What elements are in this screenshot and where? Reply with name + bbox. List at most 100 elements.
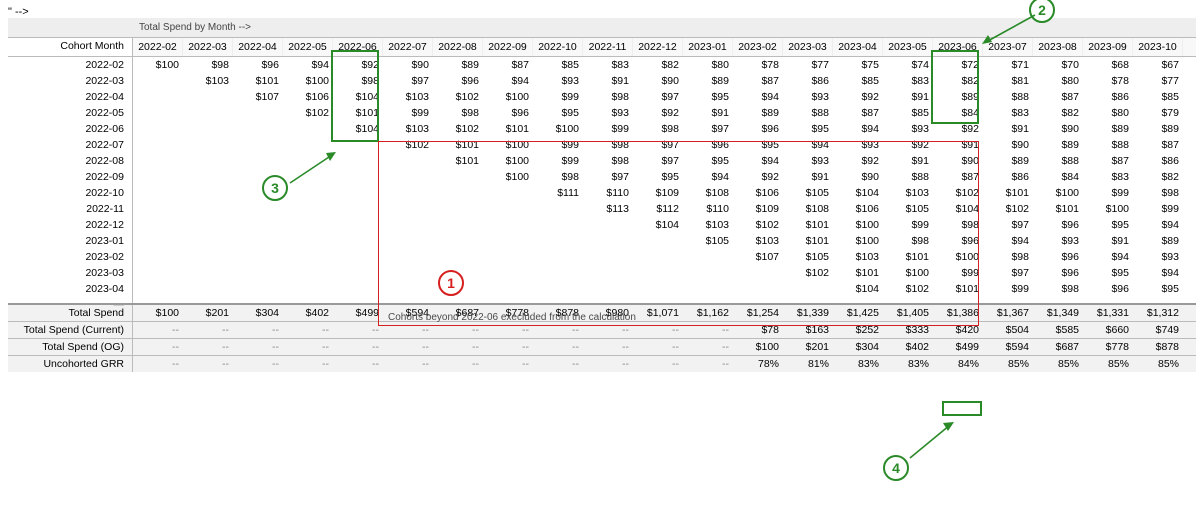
- spend-cell: $88: [1033, 153, 1083, 169]
- spend-cell: $98: [583, 89, 633, 105]
- cohort-label: 2023-02: [8, 249, 133, 265]
- spend-cell: [133, 121, 183, 137]
- month-header: 2022-10: [533, 38, 583, 56]
- spend-cell: $78: [733, 57, 783, 73]
- spend-cell: $80: [1083, 105, 1133, 121]
- spend-cell: $100: [483, 153, 533, 169]
- spend-cell: $99: [933, 265, 983, 281]
- spend-cell: $104: [833, 281, 883, 297]
- spend-cell: [583, 217, 633, 233]
- spend-cell: $83: [883, 73, 933, 89]
- spend-cell: [633, 249, 683, 265]
- spend-cell: [133, 185, 183, 201]
- table-row: 2022-03$103$101$100$98$97$96$94$93$91$90…: [8, 73, 1196, 89]
- spend-cell: $95: [733, 137, 783, 153]
- spend-cell: $90: [633, 73, 683, 89]
- spend-cell: $98: [583, 153, 633, 169]
- spend-cell: [383, 169, 433, 185]
- spend-cell: $98: [983, 249, 1033, 265]
- spend-cell: $102: [433, 89, 483, 105]
- table-row: 2023-03$102$101$100$99$97$96$95$94: [8, 265, 1196, 281]
- cohort-label: 2023-04: [8, 281, 133, 297]
- spend-cell: $88: [983, 89, 1033, 105]
- spend-cell: $80: [683, 57, 733, 73]
- row-header-label: Cohort Month: [8, 38, 133, 56]
- summary-cell: --: [133, 322, 183, 338]
- spend-cell: $93: [583, 105, 633, 121]
- spend-cell: [533, 201, 583, 217]
- spend-cell: $98: [1133, 185, 1183, 201]
- spend-cell: $74: [883, 57, 933, 73]
- spend-cell: [383, 217, 433, 233]
- summary-cell: --: [383, 339, 433, 355]
- spend-cell: [783, 281, 833, 297]
- summary-cell: $504: [983, 322, 1033, 338]
- summary-cell: $878: [1133, 339, 1183, 355]
- spend-cell: $95: [533, 105, 583, 121]
- spend-cell: $110: [683, 201, 733, 217]
- spend-cell: $83: [1083, 169, 1133, 185]
- spend-cell: $98: [883, 233, 933, 249]
- spend-cell: $89: [1133, 121, 1183, 137]
- spend-cell: [283, 281, 333, 297]
- spend-cell: [233, 233, 283, 249]
- summary-cell: $78: [733, 322, 783, 338]
- summary-cell: --: [683, 322, 733, 338]
- spend-cell: $91: [783, 169, 833, 185]
- spend-cell: $112: [633, 201, 683, 217]
- month-header: 2022-02: [133, 38, 183, 56]
- summary-cell: 84%: [933, 356, 983, 372]
- spend-cell: $106: [833, 201, 883, 217]
- table-row: 2022-05$102$101$99$98$96$95$93$92$91$89$…: [8, 105, 1196, 121]
- spend-cell: $103: [383, 89, 433, 105]
- cohort-label: 2022-03: [8, 73, 133, 89]
- summary-cell: --: [433, 322, 483, 338]
- summary-cell: $778: [1083, 339, 1133, 355]
- spend-cell: $94: [983, 233, 1033, 249]
- spend-cell: $97: [633, 137, 683, 153]
- spend-cell: $94: [683, 169, 733, 185]
- spend-cell: $97: [983, 265, 1033, 281]
- spend-cell: $100: [883, 265, 933, 281]
- spend-cell: $94: [1133, 265, 1183, 281]
- spend-cell: $82: [633, 57, 683, 73]
- spend-cell: $95: [683, 153, 733, 169]
- table-row: 2022-11$113$112$110$109$108$106$105$104$…: [8, 201, 1196, 217]
- spend-cell: $96: [933, 233, 983, 249]
- spend-cell: [233, 201, 283, 217]
- spend-cell: $89: [683, 73, 733, 89]
- spend-cell: $100: [833, 233, 883, 249]
- spend-cell: [183, 105, 233, 121]
- spend-cell: [333, 201, 383, 217]
- spend-cell: $109: [733, 201, 783, 217]
- spend-cell: $101: [883, 249, 933, 265]
- spend-cell: $91: [1083, 233, 1133, 249]
- summary-cell: $1,386: [933, 305, 983, 321]
- spend-cell: $85: [533, 57, 583, 73]
- summary-cell: --: [183, 322, 233, 338]
- spend-cell: [133, 201, 183, 217]
- spend-cell: $100: [833, 217, 883, 233]
- spend-cell: $103: [183, 73, 233, 89]
- summary-cell: $1,425: [833, 305, 883, 321]
- spend-cell: $103: [833, 249, 883, 265]
- spend-cell: $95: [683, 89, 733, 105]
- spend-cell: $96: [433, 73, 483, 89]
- spend-cell: $96: [733, 121, 783, 137]
- spend-cell: [283, 121, 333, 137]
- spend-cell: [183, 137, 233, 153]
- table-row: 2022-10$111$110$109$108$106$105$104$103$…: [8, 185, 1196, 201]
- spend-cell: $100: [483, 169, 533, 185]
- arrow-3: [288, 150, 348, 193]
- spend-cell: $94: [1133, 217, 1183, 233]
- spend-cell: $102: [433, 121, 483, 137]
- month-header: 2022-09: [483, 38, 533, 56]
- spend-cell: $103: [383, 121, 433, 137]
- summary-cell: $201: [183, 305, 233, 321]
- spend-cell: [233, 105, 283, 121]
- summary-cell: $402: [283, 305, 333, 321]
- month-header: 2022-12: [633, 38, 683, 56]
- spend-cell: $106: [733, 185, 783, 201]
- summary-cell: 81%: [783, 356, 833, 372]
- spend-cell: [383, 185, 433, 201]
